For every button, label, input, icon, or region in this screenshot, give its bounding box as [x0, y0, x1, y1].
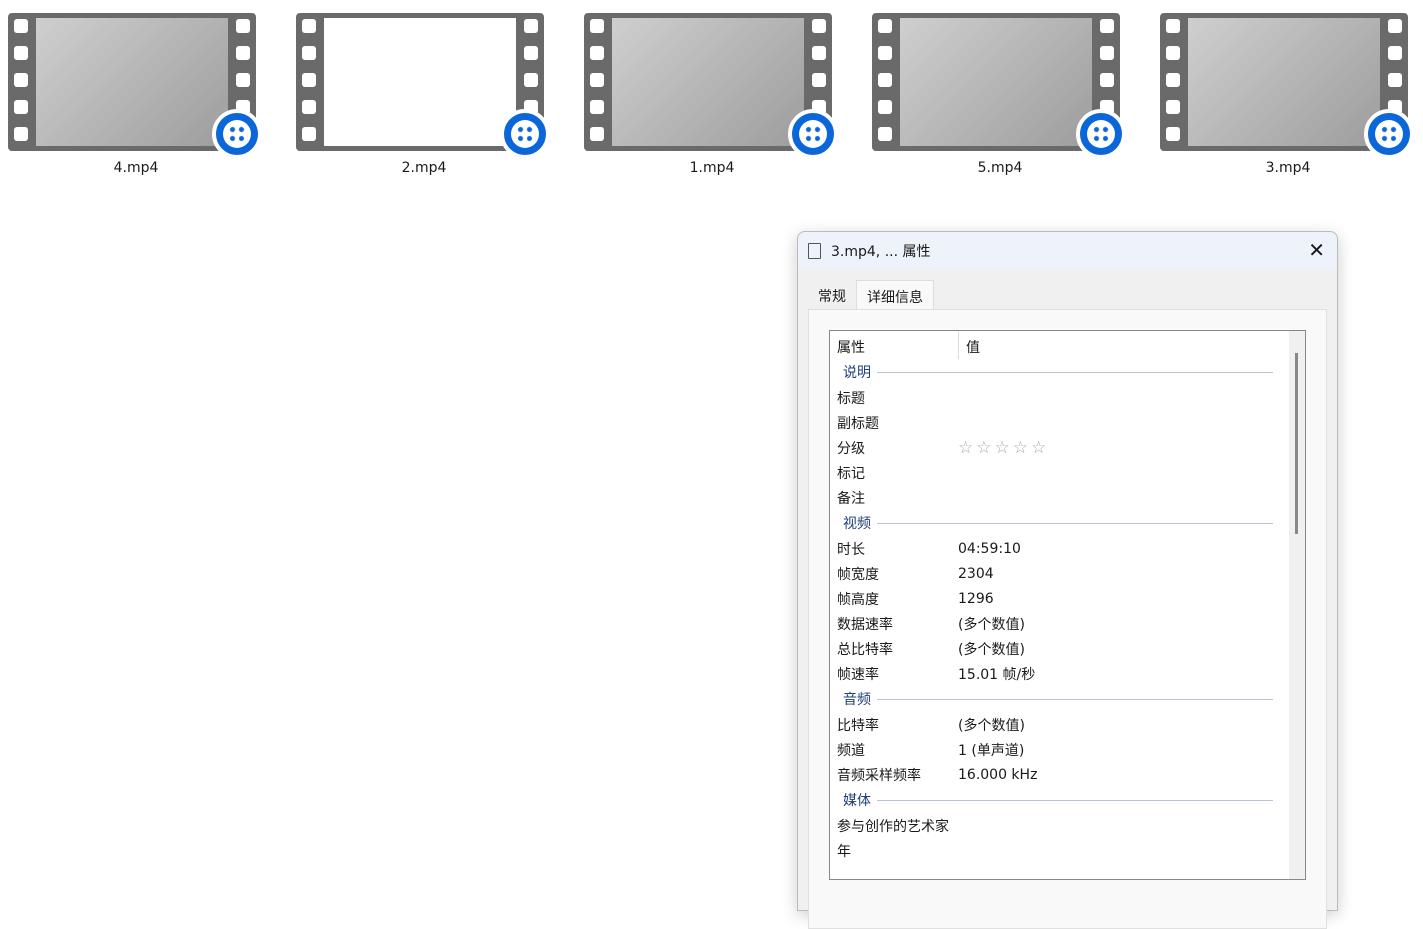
- video-thumbnail: [584, 13, 838, 159]
- property-list: 属性 值 说明标题副标题分级 ☆☆☆☆☆ 标记备注视频时长 04:59:10 帧宽度 23…: [829, 330, 1306, 880]
- property-row[interactable]: 帧速率 15.01 帧/秒: [830, 661, 1305, 686]
- dialog-title: 3.mp4, ... 属性: [831, 243, 931, 260]
- property-row[interactable]: 年: [830, 838, 1305, 863]
- property-value: 15.01 帧/秒: [958, 666, 1036, 683]
- column-header-property[interactable]: 属性: [830, 331, 959, 359]
- file-name: 2.mp4: [401, 160, 447, 176]
- property-name: 副标题: [837, 415, 879, 432]
- property-value: 16.000 kHz: [958, 766, 1038, 783]
- file-name: 5.mp4: [977, 160, 1023, 176]
- file-item[interactable]: 4.mp4: [8, 13, 264, 176]
- scrollbar[interactable]: [1289, 331, 1305, 879]
- property-row[interactable]: 标题: [830, 385, 1305, 410]
- property-row[interactable]: 副标题: [830, 410, 1305, 435]
- file-name: 3.mp4: [1265, 160, 1311, 176]
- properties-dialog: 3.mp4, ... 属性 ✕ 常规 详细信息 属性 值 说明标题副标题分级 ☆☆…: [797, 231, 1338, 929]
- section-header: 说明: [830, 359, 1305, 385]
- close-button[interactable]: ✕: [1308, 238, 1325, 262]
- section-header: 音频: [830, 686, 1305, 712]
- property-value: (多个数值): [958, 717, 1025, 734]
- property-name: 标记: [837, 465, 865, 482]
- property-row[interactable]: 总比特率 (多个数值): [830, 636, 1305, 661]
- file-item[interactable]: 1.mp4: [584, 13, 840, 176]
- property-row[interactable]: 帧宽度 2304: [830, 561, 1305, 586]
- video-player-icon: [500, 109, 550, 159]
- property-value: (多个数值): [958, 641, 1025, 658]
- property-row[interactable]: 时长 04:59:10: [830, 536, 1305, 561]
- property-name: 时长: [837, 541, 865, 558]
- property-name: 音频采样频率: [837, 767, 921, 784]
- property-value: 04:59:10: [958, 540, 1021, 557]
- section-header: 媒体: [830, 787, 1305, 813]
- property-name: 年: [837, 843, 851, 860]
- property-value: 1 (单声道): [958, 742, 1025, 759]
- property-name: 备注: [837, 490, 865, 507]
- video-player-icon: [1364, 109, 1414, 159]
- tab-details[interactable]: 详细信息: [856, 280, 934, 312]
- tab-general[interactable]: 常规: [808, 280, 856, 312]
- file-item[interactable]: 3.mp4: [1160, 13, 1416, 176]
- property-row[interactable]: 标记: [830, 460, 1305, 485]
- property-name: 比特率: [837, 717, 879, 734]
- video-player-icon: [1076, 109, 1126, 159]
- property-name: 帧宽度: [837, 566, 879, 583]
- file-name: 4.mp4: [113, 160, 159, 176]
- section-header: 视频: [830, 510, 1305, 536]
- section-title: 说明: [843, 365, 871, 381]
- property-row[interactable]: 帧高度 1296: [830, 586, 1305, 611]
- video-player-icon: [212, 109, 262, 159]
- property-value: (多个数值): [958, 616, 1025, 633]
- property-row[interactable]: 数据速率 (多个数值): [830, 611, 1305, 636]
- section-title: 音频: [843, 692, 871, 708]
- video-thumbnail: [8, 13, 262, 159]
- title-bar: 3.mp4, ... 属性 ✕: [798, 232, 1337, 269]
- property-name: 标题: [837, 390, 865, 407]
- column-header-value[interactable]: 值: [959, 331, 987, 359]
- property-value: 1296: [958, 590, 994, 607]
- property-name: 总比特率: [837, 641, 893, 658]
- scrollbar-thumb[interactable]: [1295, 353, 1298, 534]
- file-name: 1.mp4: [689, 160, 735, 176]
- section-title: 媒体: [843, 793, 871, 809]
- property-value[interactable]: ☆☆☆☆☆: [958, 438, 1049, 458]
- section-title: 视频: [843, 516, 871, 532]
- property-name: 分级: [837, 440, 865, 457]
- file-item[interactable]: 2.mp4: [296, 13, 552, 176]
- document-icon: [808, 242, 821, 259]
- property-name: 帧高度: [837, 591, 879, 608]
- property-name: 参与创作的艺术家: [837, 818, 949, 835]
- property-row[interactable]: 分级 ☆☆☆☆☆: [830, 435, 1305, 460]
- video-thumbnail: [872, 13, 1126, 159]
- property-row[interactable]: 音频采样频率 16.000 kHz: [830, 762, 1305, 787]
- video-thumbnail: [296, 13, 550, 159]
- property-value: 2304: [958, 565, 994, 582]
- property-name: 数据速率: [837, 616, 893, 633]
- property-row[interactable]: 参与创作的艺术家: [830, 813, 1305, 838]
- video-thumbnail: [1160, 13, 1414, 159]
- file-item[interactable]: 5.mp4: [872, 13, 1128, 176]
- property-row[interactable]: 备注: [830, 485, 1305, 510]
- property-name: 频道: [837, 742, 865, 759]
- property-name: 帧速率: [837, 666, 879, 683]
- property-row[interactable]: 比特率 (多个数值): [830, 712, 1305, 737]
- property-row[interactable]: 频道 1 (单声道): [830, 737, 1305, 762]
- details-panel: 属性 值 说明标题副标题分级 ☆☆☆☆☆ 标记备注视频时长 04:59:10 帧宽度 23…: [808, 309, 1327, 929]
- video-player-icon: [788, 109, 838, 159]
